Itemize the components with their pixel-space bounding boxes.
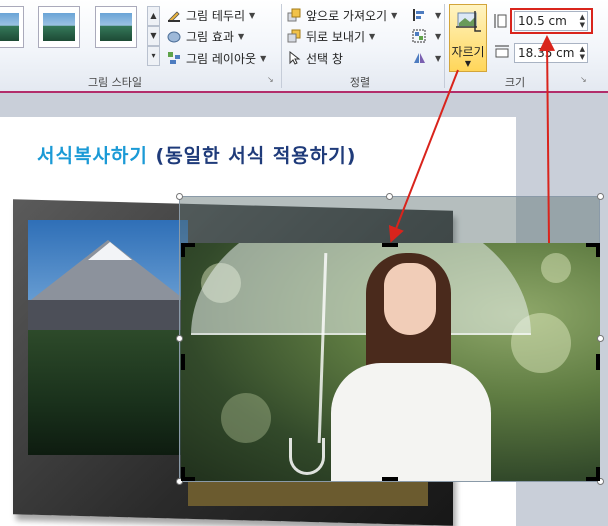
arrow-crop-to-handle [388,69,459,243]
annotation-arrows [388,35,556,244]
arrow-to-height-box [539,35,556,244]
